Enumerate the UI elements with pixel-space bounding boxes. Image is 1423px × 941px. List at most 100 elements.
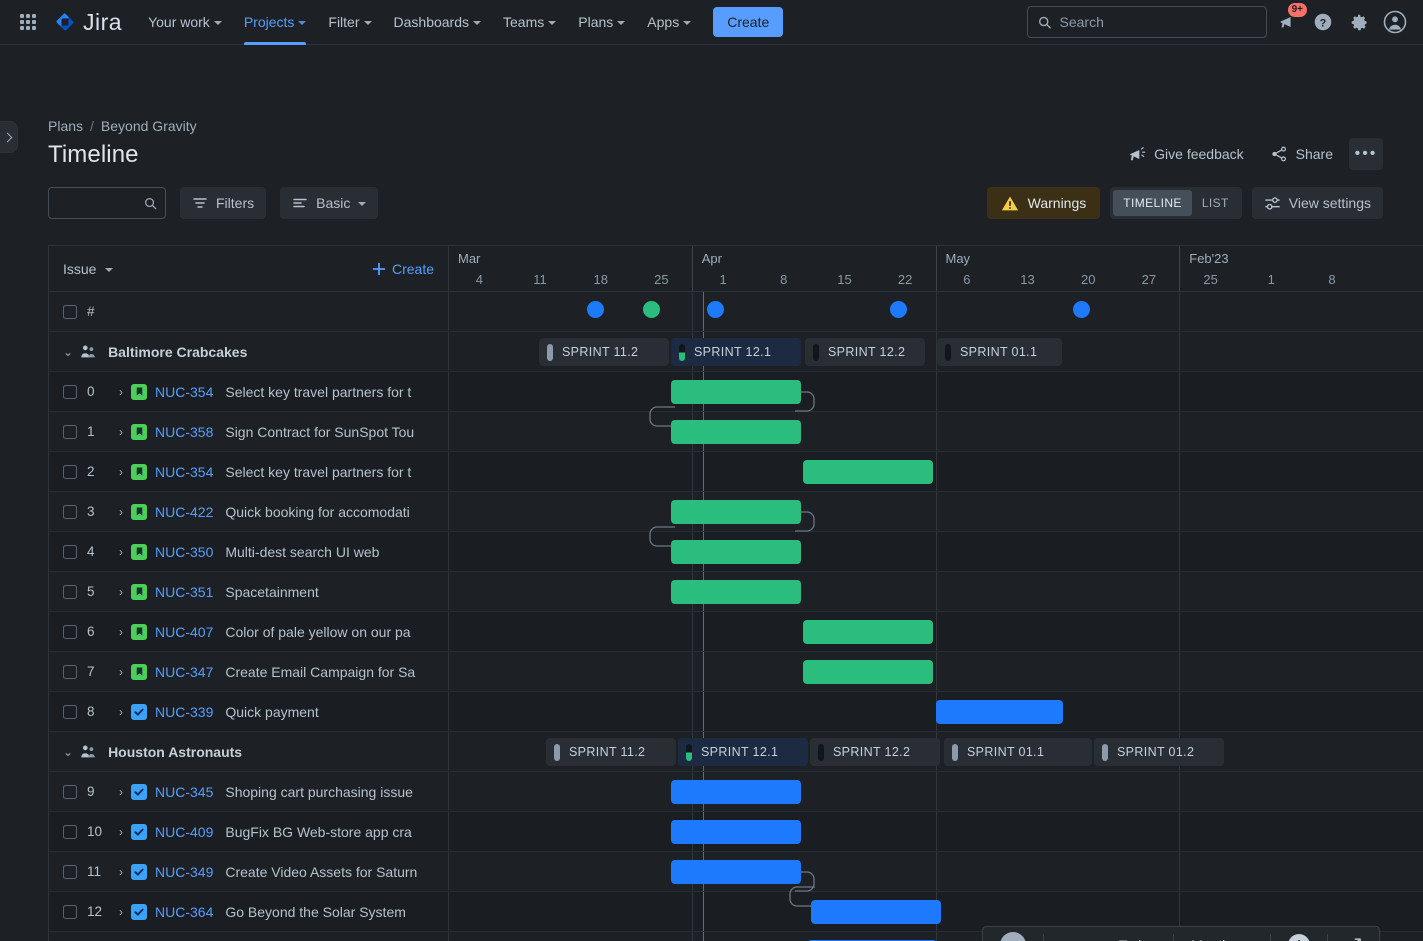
issue-key-link[interactable]: NUC-347 [155,664,213,680]
issue-key-link[interactable]: NUC-350 [155,544,213,560]
select-all-checkbox[interactable] [63,305,77,319]
issue-bar[interactable] [671,780,801,804]
milestone-dot[interactable] [890,301,907,318]
tab-list[interactable]: LIST [1192,190,1239,216]
nav-projects[interactable]: Projects [234,0,317,45]
issue-bar[interactable] [803,460,933,484]
row-checkbox[interactable] [63,545,77,559]
create-issue-link[interactable]: Create [372,261,434,277]
info-button[interactable]: i [1277,930,1321,941]
notifications-button[interactable]: 9+ [1271,6,1303,38]
issue-bar[interactable] [936,700,1063,724]
row-checkbox[interactable] [63,625,77,639]
issue-bar[interactable] [803,660,933,684]
row-checkbox[interactable] [63,665,77,679]
expand-row-button[interactable]: › [111,585,131,599]
row-checkbox[interactable] [63,865,77,879]
issue-key-link[interactable]: NUC-345 [155,784,213,800]
expand-row-button[interactable]: › [111,545,131,559]
issue-sort-dropdown[interactable]: Issue [63,261,113,277]
issue-bar[interactable] [671,820,801,844]
settings-button[interactable] [1343,6,1375,38]
issue-bar[interactable] [811,900,941,924]
issue-key-link[interactable]: NUC-339 [155,704,213,720]
table-row[interactable]: 7›NUC-347Create Email Campaign for Sa [49,652,1423,692]
expand-row-button[interactable]: › [111,905,131,919]
sprint-pill[interactable]: SPRINT 01.1 [937,338,1062,366]
issue-bar[interactable] [671,860,801,884]
sprint-pill[interactable]: SPRINT 01.1 [944,738,1092,766]
warnings-button[interactable]: Warnings [987,187,1101,219]
table-row[interactable]: 2›NUC-354Select key travel partners for … [49,452,1423,492]
expand-row-button[interactable]: › [111,385,131,399]
expand-row-button[interactable]: › [111,505,131,519]
row-checkbox[interactable] [63,825,77,839]
issue-key-link[interactable]: NUC-358 [155,424,213,440]
nav-teams[interactable]: Teams [493,0,566,45]
next-period-button[interactable]: › [1079,930,1106,941]
milestone-dot[interactable] [643,301,660,318]
table-row[interactable]: 10›NUC-409BugFix BG Web-store app cra [49,812,1423,852]
milestone-dot[interactable] [1073,301,1090,318]
table-row[interactable]: 0›NUC-354Select key travel partners for … [49,372,1423,412]
issue-key-link[interactable]: NUC-354 [155,384,213,400]
nav-apps[interactable]: Apps [637,0,701,45]
jira-logo[interactable]: Jira [54,9,122,36]
app-switcher-icon[interactable] [12,6,44,38]
issue-key-link[interactable]: NUC-422 [155,504,213,520]
row-checkbox[interactable] [63,385,77,399]
row-checkbox[interactable] [63,585,77,599]
issue-key-link[interactable]: NUC-351 [155,584,213,600]
view-mode-basic-dropdown[interactable]: Basic [280,187,378,219]
create-button[interactable]: Create [713,7,783,37]
nav-your-work[interactable]: Your work [138,0,232,45]
timeline-search-input[interactable] [57,196,144,211]
issue-key-link[interactable]: NUC-407 [155,624,213,640]
breadcrumb-plans[interactable]: Plans [48,118,83,134]
expand-row-button[interactable]: › [111,625,131,639]
today-button[interactable]: Today [1108,930,1167,941]
table-row[interactable]: 1›NUC-358Sign Contract for SunSpot Tou [49,412,1423,452]
more-actions-button[interactable]: ••• [1349,138,1383,170]
issue-bar[interactable] [671,500,801,524]
collapse-group-button[interactable]: ⌄ [63,345,73,359]
row-checkbox[interactable] [63,785,77,799]
share-button[interactable]: Share [1260,139,1343,169]
filters-button[interactable]: Filters [180,187,266,219]
nav-plans[interactable]: Plans [568,0,635,45]
expand-row-button[interactable]: › [111,825,131,839]
give-feedback-button[interactable]: Give feedback [1117,139,1254,170]
sprint-pill[interactable]: SPRINT 12.2 [805,338,925,366]
collapse-group-button[interactable]: ⌄ [63,745,73,759]
table-row[interactable]: 5›NUC-351Spacetainment [49,572,1423,612]
sprint-pill[interactable]: SPRINT 12.1 [671,338,801,366]
row-checkbox[interactable] [63,465,77,479]
sprint-pill[interactable]: SPRINT 01.2 [1094,738,1224,766]
issue-bar[interactable] [671,420,801,444]
issue-bar[interactable] [671,540,801,564]
issue-key-link[interactable]: NUC-409 [155,824,213,840]
tab-timeline[interactable]: TIMELINE [1113,190,1192,216]
expand-row-button[interactable]: › [111,865,131,879]
nav-filter[interactable]: Filter [318,0,381,45]
sprint-pill[interactable]: SPRINT 11.2 [539,338,669,366]
expand-row-button[interactable]: › [111,425,131,439]
expand-row-button[interactable]: › [111,705,131,719]
breadcrumb-beyond-gravity[interactable]: Beyond Gravity [101,118,197,134]
avatar[interactable] [1379,6,1411,38]
expand-row-button[interactable]: › [111,785,131,799]
sprint-pill[interactable]: SPRINT 12.1 [678,738,808,766]
help-button[interactable]: ? [1307,6,1339,38]
sprint-pill[interactable]: SPRINT 12.2 [810,738,940,766]
previous-period-button[interactable]: ‹ [1050,930,1077,941]
expand-row-button[interactable]: › [111,665,131,679]
issue-key-link[interactable]: NUC-349 [155,864,213,880]
row-checkbox[interactable] [63,505,77,519]
table-row[interactable]: 11›NUC-349Create Video Assets for Saturn [49,852,1423,892]
milestone-dot[interactable] [707,301,724,318]
row-checkbox[interactable] [63,905,77,919]
expand-row-button[interactable]: › [111,465,131,479]
issue-bar[interactable] [671,380,801,404]
table-row[interactable]: 6›NUC-407Color of pale yellow on our pa [49,612,1423,652]
table-row[interactable]: 9›NUC-345Shoping cart purchasing issue [49,772,1423,812]
